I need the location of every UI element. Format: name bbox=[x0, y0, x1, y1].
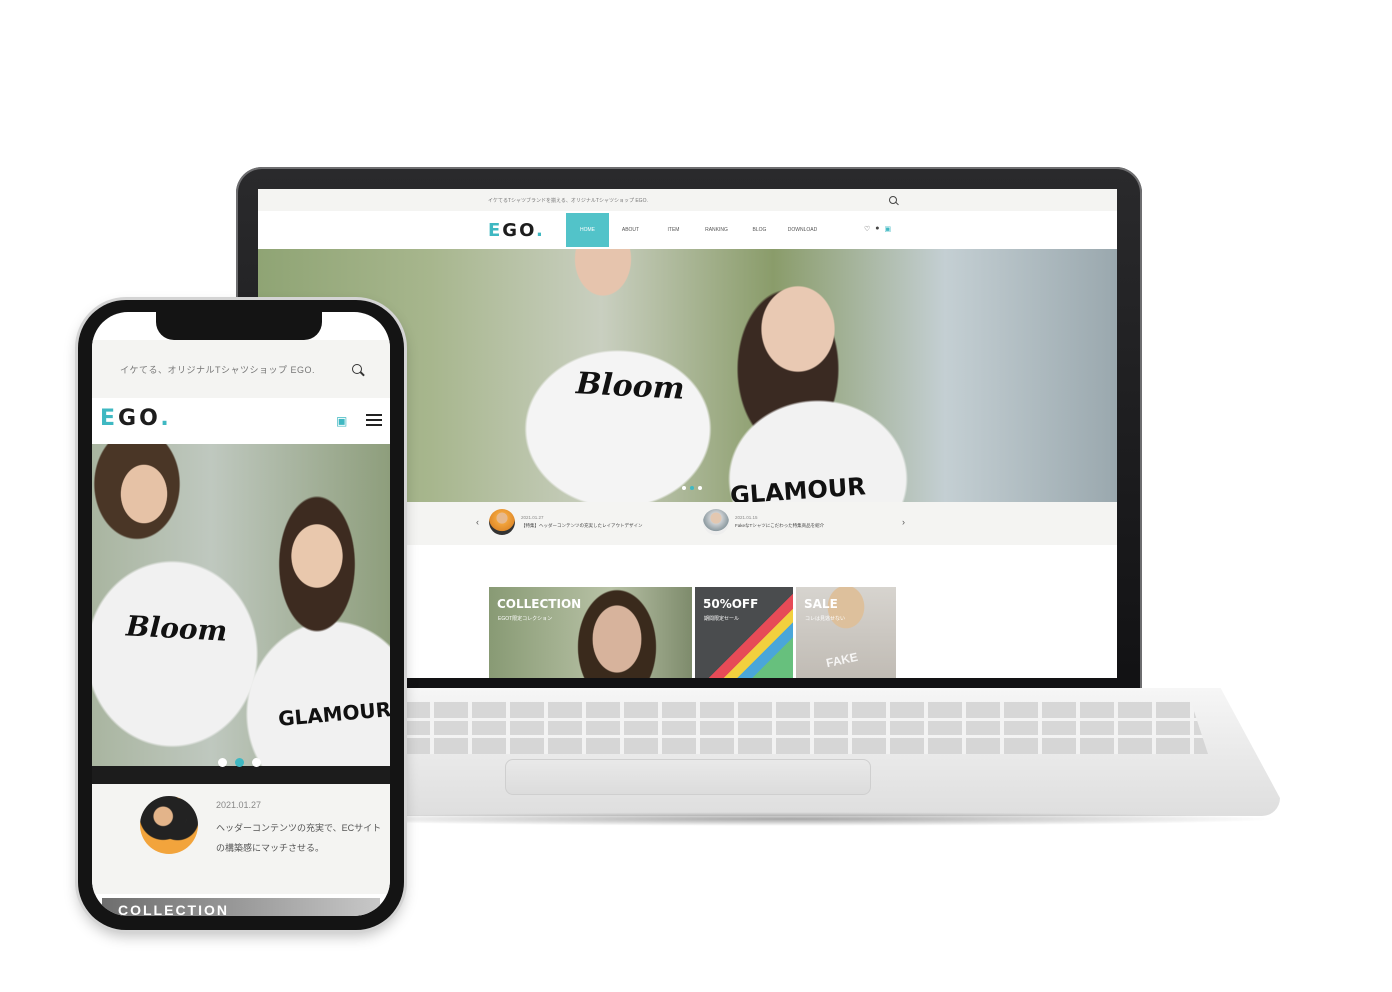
slider-dot-1[interactable] bbox=[682, 486, 686, 490]
phone-notch bbox=[156, 310, 322, 340]
laptop-trackpad bbox=[505, 759, 871, 795]
hero-slider[interactable]: Bloom GLAMOUR bbox=[92, 444, 390, 784]
slider-dots bbox=[682, 486, 702, 490]
feature-banners: COLLECTION EGOT限定コレクション 50%OFF 期間限定セール S… bbox=[489, 587, 896, 678]
header-icons: ♡ ● ▣ bbox=[864, 225, 891, 233]
slider-dot-3[interactable] bbox=[698, 486, 702, 490]
banner-title: SALE bbox=[804, 597, 838, 611]
banner-collection[interactable]: COLLECTION EGOT限定コレクション bbox=[489, 587, 692, 678]
phone-screen: イケてる、オリジナルTシャツショップ EGO. EGO. ▣ Bloom GLA… bbox=[92, 312, 390, 916]
hero-shirt-text-glamour: GLAMOUR bbox=[277, 697, 390, 731]
hero-shirt-text-bloom: Bloom bbox=[125, 609, 229, 648]
nav-ranking[interactable]: RANKING bbox=[695, 213, 738, 247]
user-icon[interactable]: ● bbox=[875, 225, 879, 233]
collection-banner-peek[interactable]: COLLECTION bbox=[102, 898, 380, 916]
banner-subtitle: EGOT限定コレクション bbox=[498, 616, 553, 622]
logo-dot: . bbox=[160, 406, 172, 431]
slider-dot-2[interactable] bbox=[235, 758, 244, 767]
news-thumbnail bbox=[140, 796, 198, 854]
banner-title: COLLECTION bbox=[497, 597, 582, 611]
search-icon[interactable] bbox=[352, 364, 362, 374]
nav-about[interactable]: ABOUT bbox=[609, 213, 652, 247]
news-thumbnail bbox=[489, 509, 515, 535]
news-date: 2021.01.27 bbox=[216, 800, 262, 810]
nav-download[interactable]: DOWNLOAD bbox=[781, 213, 824, 247]
slider-dots bbox=[218, 758, 261, 767]
search-icon[interactable] bbox=[889, 196, 897, 204]
banner-title: 50%OFF bbox=[703, 597, 759, 611]
heart-icon[interactable]: ♡ bbox=[864, 225, 870, 233]
hamburger-menu-icon[interactable] bbox=[366, 414, 382, 426]
phone-header: EGO. ▣ bbox=[92, 398, 390, 444]
laptop-topbar-text: イケてるTシャツブランドを揃える、オリジナルTシャツショップ EGO. bbox=[488, 197, 648, 204]
banner-subtitle: 期間限定セール bbox=[704, 616, 740, 622]
slider-dot-1[interactable] bbox=[218, 758, 227, 767]
laptop-topbar: イケてるTシャツブランドを揃える、オリジナルTシャツショップ EGO. bbox=[258, 189, 1117, 211]
hero-bottom-shadow bbox=[92, 766, 390, 784]
logo-accent-letter: E bbox=[488, 220, 503, 241]
nav-home[interactable]: HOME bbox=[566, 213, 609, 247]
device-mockup-stage: イケてるTシャツブランドを揃える、オリジナルTシャツショップ EGO. EGO.… bbox=[0, 0, 1392, 992]
laptop-header: EGO. HOME ABOUT ITEM RANKING BLOG DOWNLO… bbox=[258, 211, 1117, 249]
collection-banner-title: COLLECTION bbox=[118, 902, 229, 916]
logo-dot: . bbox=[535, 220, 545, 241]
chevron-left-icon[interactable]: ‹ bbox=[476, 517, 479, 527]
phone-topbar-text: イケてる、オリジナルTシャツショップ EGO. bbox=[120, 364, 316, 375]
hero-shirt-text-glamour: GLAMOUR bbox=[729, 472, 867, 502]
news-text: FakeなTシャツにこだわった特集商品を紹介 bbox=[735, 523, 825, 528]
news-item[interactable]: 2021.01.15 FakeなTシャツにこだわった特集商品を紹介 bbox=[703, 509, 824, 535]
nav-item[interactable]: ITEM bbox=[652, 213, 695, 247]
banner-sale[interactable]: SALE コレは見逃せない FAKE bbox=[796, 587, 896, 678]
news-date: 2021.01.27 bbox=[521, 515, 544, 520]
chevron-right-icon[interactable]: › bbox=[902, 517, 905, 527]
logo[interactable]: EGO. bbox=[100, 406, 172, 431]
logo[interactable]: EGO. bbox=[488, 220, 545, 241]
cart-icon[interactable]: ▣ bbox=[885, 225, 892, 233]
news-item[interactable]: 2021.01.27 ヘッダーコンテンツの充実で、ECサイトの構築感にマッチさせ… bbox=[92, 784, 390, 894]
logo-accent-letter: E bbox=[100, 406, 119, 431]
laptop-keyboard bbox=[358, 702, 1208, 754]
logo-rest: GO bbox=[118, 406, 161, 431]
hero-shirt-text-bloom: Bloom bbox=[575, 366, 686, 407]
banner-shirt-text-fake: FAKE bbox=[824, 649, 860, 671]
logo-rest: GO bbox=[502, 220, 536, 241]
laptop-shadow bbox=[300, 812, 1280, 826]
cart-icon[interactable]: ▣ bbox=[336, 414, 347, 428]
slider-dot-2[interactable] bbox=[690, 486, 694, 490]
banner-subtitle: コレは見逃せない bbox=[805, 616, 846, 622]
news-text: 【特集】ヘッダーコンテンツの充実したレイアウトデザイン bbox=[521, 523, 643, 528]
phone-topbar: イケてる、オリジナルTシャツショップ EGO. bbox=[92, 340, 390, 398]
news-thumbnail bbox=[703, 509, 729, 535]
main-nav: HOME ABOUT ITEM RANKING BLOG DOWNLOAD bbox=[566, 213, 824, 247]
banner-50off[interactable]: 50%OFF 期間限定セール bbox=[695, 587, 793, 678]
slider-dot-3[interactable] bbox=[252, 758, 261, 767]
news-date: 2021.01.15 bbox=[735, 515, 758, 520]
nav-blog[interactable]: BLOG bbox=[738, 213, 781, 247]
news-text: ヘッダーコンテンツの充実で、ECサイトの構築感にマッチさせる。 bbox=[216, 823, 382, 853]
news-item[interactable]: 2021.01.27 【特集】ヘッダーコンテンツの充実したレイアウトデザイン bbox=[489, 509, 643, 535]
